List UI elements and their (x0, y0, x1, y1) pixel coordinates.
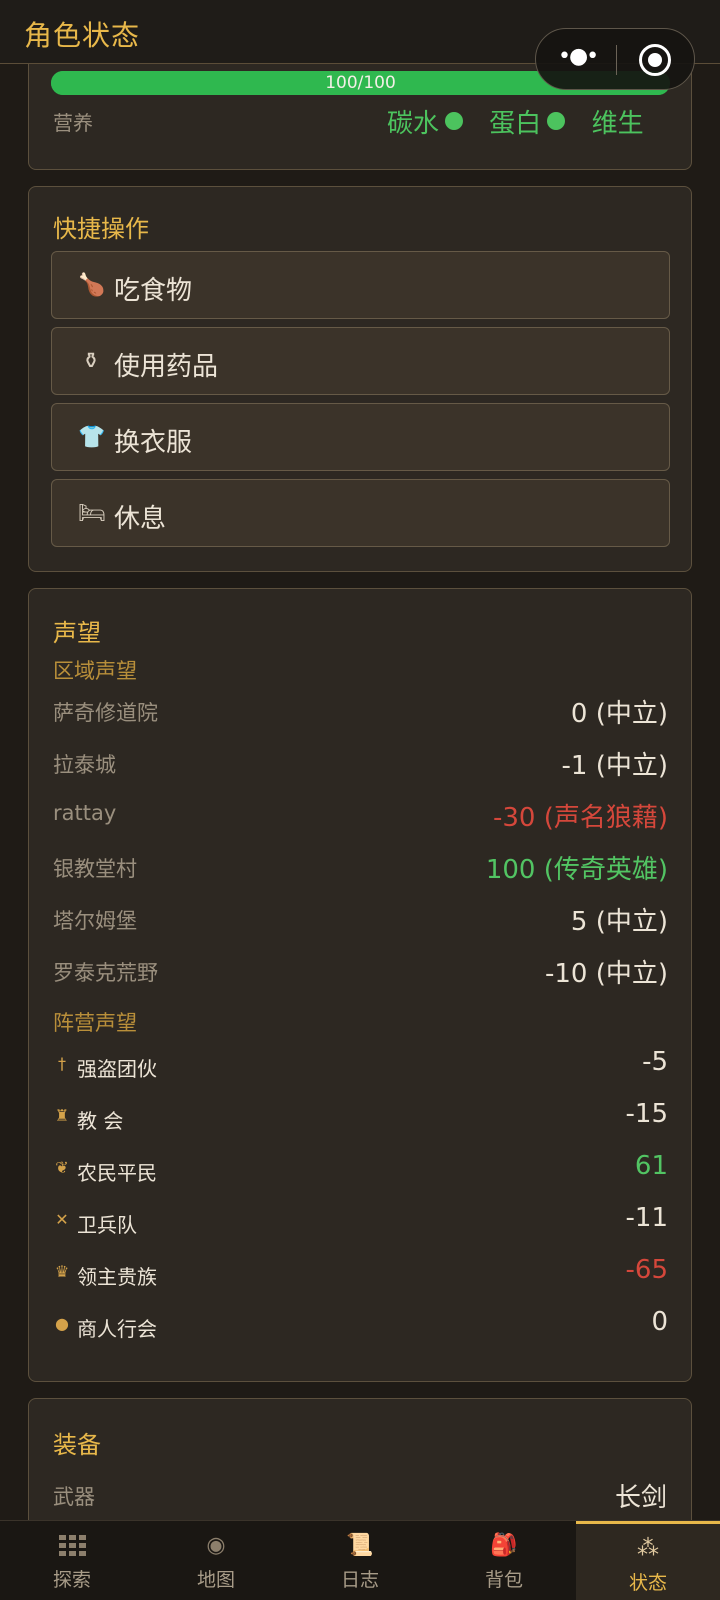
status-dot-icon (445, 112, 464, 130)
coin-bag-icon: ● (55, 1314, 69, 1333)
faction-reputation-heading: 阵营声望 (53, 1011, 137, 1035)
region-name: 罗泰克荒野 (53, 961, 158, 985)
equipment-card: 装备 武器 长剑 (28, 1398, 692, 1520)
faction-row: † 强盗团伙 -5 (53, 1047, 668, 1083)
tab-explore[interactable]: 探索 (0, 1521, 144, 1600)
button-label: 使用药品 (114, 352, 219, 382)
crown-icon: ♛ (54, 1262, 70, 1281)
faction-value: 0 (651, 1307, 668, 1337)
region-name: 拉泰城 (53, 753, 116, 777)
target-close-icon[interactable] (639, 44, 671, 76)
region-row: 拉泰城 -1 (中立) (53, 745, 668, 781)
faction-value: 61 (634, 1151, 668, 1181)
tab-label: 状态 (628, 1572, 667, 1594)
wheat-icon: ❦ (55, 1158, 69, 1177)
equipment-title: 装备 (53, 1431, 101, 1459)
status-dot-icon (547, 112, 566, 130)
use-medicine-button[interactable]: ⚱ 使用药品 (51, 327, 670, 395)
region-name: 塔尔姆堡 (53, 909, 137, 933)
region-value: -30 (声名狼藉) (492, 803, 668, 833)
tab-map[interactable]: ◉ 地图 (144, 1521, 288, 1600)
scroll-icon: 📜 (346, 1533, 374, 1558)
faction-name: 强盗团伙 (77, 1057, 157, 1081)
capsule-divider (616, 45, 617, 75)
faction-name: 卫兵队 (77, 1213, 137, 1237)
backpack-icon: 🎒 (490, 1533, 518, 1558)
bed-icon: 🛏 (78, 501, 106, 526)
region-row: 塔尔姆堡 5 (中立) (53, 901, 668, 937)
faction-name: 领主贵族 (77, 1265, 157, 1289)
page-title: 角色状态 (24, 19, 141, 52)
tab-label: 探索 (52, 1569, 91, 1591)
region-value: 5 (中立) (570, 907, 668, 937)
faction-value: -5 (642, 1047, 668, 1077)
tab-label: 地图 (196, 1569, 235, 1591)
faction-name: 商人行会 (77, 1317, 157, 1341)
reputation-title: 声望 (53, 619, 101, 647)
region-value: -1 (中立) (561, 751, 668, 781)
rest-button[interactable]: 🛏 休息 (51, 479, 670, 547)
change-clothes-button[interactable]: 👕 换衣服 (51, 403, 670, 471)
tab-backpack[interactable]: 🎒 背包 (432, 1521, 576, 1600)
drumstick-icon: 🍗 (78, 273, 106, 298)
faction-row: ✕ 卫兵队 -11 (53, 1203, 668, 1239)
faction-value: -15 (625, 1099, 668, 1129)
tab-status[interactable]: ⁂ 状态 (576, 1521, 720, 1600)
region-row: 银教堂村 100 (传奇英雄) (53, 849, 668, 885)
eat-food-button[interactable]: 🍗 吃食物 (51, 251, 670, 319)
region-row: 萨奇修道院 0 (中立) (53, 693, 668, 729)
crossed-swords-icon: ✕ (55, 1210, 69, 1229)
macro-carbs: 碳水 (387, 103, 464, 140)
explore-grid-icon (56, 1531, 88, 1561)
macro-protein: 蛋白 (489, 103, 566, 140)
faction-value: -65 (625, 1255, 668, 1285)
dagger-icon: † (58, 1054, 66, 1073)
quick-actions-card: 快捷操作 🍗 吃食物 ⚱ 使用药品 👕 换衣服 🛏 休息 (28, 186, 692, 572)
macro-label: 蛋白 (489, 109, 542, 139)
status-grid-icon: ⁂ (637, 1536, 659, 1561)
button-label: 换衣服 (114, 428, 193, 458)
region-row: 罗泰克荒野 -10 (中立) (53, 953, 668, 989)
tab-label: 日志 (340, 1569, 379, 1591)
tab-journal[interactable]: 📜 日志 (288, 1521, 432, 1600)
faction-name: 教 会 (77, 1109, 124, 1133)
region-name: 银教堂村 (53, 857, 137, 881)
more-dots-icon[interactable]: •●• (558, 44, 599, 69)
faction-row: ● 商人行会 0 (53, 1307, 668, 1343)
region-row: rattay -30 (声名狼藉) (53, 797, 668, 833)
region-value: 100 (传奇英雄) (485, 855, 668, 885)
faction-row: ♛ 领主贵族 -65 (53, 1255, 668, 1291)
miniprogram-capsule: •●• (535, 28, 695, 90)
button-label: 休息 (114, 504, 167, 534)
region-reputation-heading: 区域声望 (53, 659, 137, 683)
tab-label: 背包 (484, 1569, 523, 1591)
macro-label: 维生 (591, 109, 644, 139)
macro-list: 碳水 蛋白 维生 (387, 103, 662, 140)
reputation-card: 声望 区域声望 萨奇修道院 0 (中立) 拉泰城 -1 (中立) rattay … (28, 588, 692, 1382)
region-name: rattay (53, 801, 117, 825)
map-compass-icon: ◉ (206, 1533, 226, 1558)
church-icon: ♜ (54, 1106, 70, 1125)
potion-icon: ⚱ (81, 349, 101, 374)
bottom-tab-bar: 探索 ◉ 地图 📜 日志 🎒 背包 ⁂ 状态 (0, 1520, 720, 1600)
region-value: -10 (中立) (544, 959, 668, 989)
faction-value: -11 (625, 1203, 668, 1233)
content-scroll[interactable]: 100/100 营养 碳水 蛋白 维生 快捷操作 🍗 吃食物 ⚱ 使用药品 👕 … (0, 64, 720, 1520)
macro-vitamin: 维生 (592, 103, 644, 140)
macro-label: 碳水 (387, 109, 440, 139)
region-value: 0 (中立) (570, 699, 668, 729)
quick-actions-title: 快捷操作 (53, 215, 149, 243)
weapon-label: 武器 (53, 1485, 95, 1509)
faction-row: ❦ 农民平民 61 (53, 1151, 668, 1187)
weapon-value: 长剑 (614, 1483, 667, 1513)
nutrition-label: 营养 (53, 111, 93, 135)
faction-row: ♜ 教 会 -15 (53, 1099, 668, 1135)
region-name: 萨奇修道院 (53, 701, 158, 725)
faction-name: 农民平民 (77, 1161, 157, 1185)
shirt-icon: 👕 (78, 425, 106, 450)
button-label: 吃食物 (114, 276, 193, 306)
